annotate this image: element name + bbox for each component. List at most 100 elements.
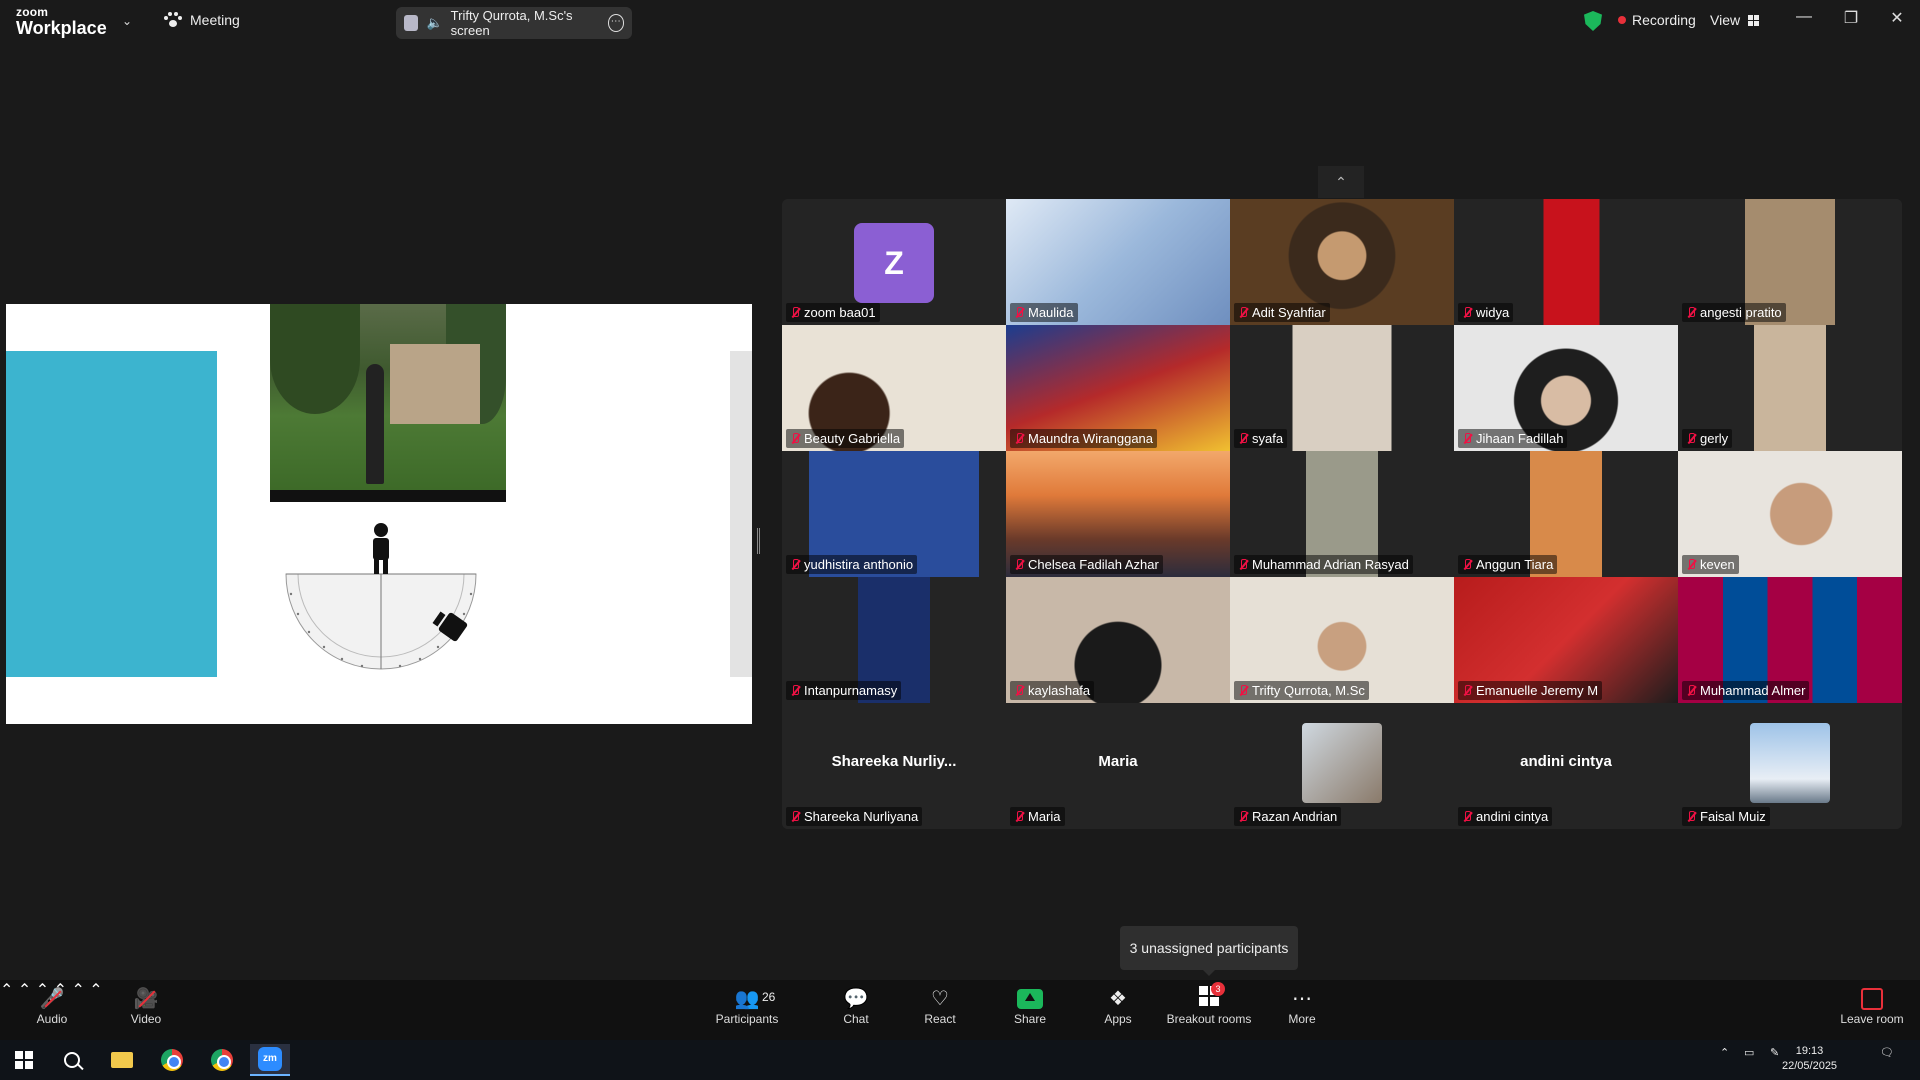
windows-taskbar: zm ⌃ ▭ ✎ 19:13 22/05/2025 🗨	[0, 1040, 1920, 1080]
react-button[interactable]: ♡ React	[920, 986, 960, 1026]
chevron-down-icon[interactable]: ⌄	[122, 14, 132, 28]
leave-icon	[1861, 988, 1883, 1010]
more-button[interactable]: ⋯ More	[1282, 986, 1322, 1026]
network-icon[interactable]: ▭	[1744, 1046, 1754, 1059]
participant-name: Maulida	[1028, 305, 1074, 320]
audio-button[interactable]: 🎤 Audio	[30, 986, 74, 1026]
notifications-icon[interactable]: 🗨	[1880, 1046, 1894, 1059]
participant-name-label: Beauty Gabriella	[786, 429, 905, 448]
participant-name: angesti pratito	[1700, 305, 1782, 320]
participant-name: Intanpurnamasy	[804, 683, 898, 698]
react-label: React	[924, 1012, 956, 1026]
participant-tile[interactable]: Maulida	[1006, 199, 1230, 325]
recording-indicator[interactable]: Recording	[1618, 12, 1696, 28]
muted-mic-icon: 🎤	[30, 986, 74, 1012]
start-button[interactable]	[4, 1044, 44, 1076]
muted-mic-icon	[790, 810, 800, 823]
protractor-diagram	[285, 523, 477, 670]
slide-teal-block	[6, 351, 217, 677]
muted-mic-icon	[1686, 810, 1696, 823]
minimize-icon[interactable]: —	[1789, 8, 1819, 26]
video-button[interactable]: 🎥 Video	[124, 986, 168, 1026]
muted-mic-icon	[1014, 558, 1024, 571]
participant-tile[interactable]: Muhammad Almer	[1678, 577, 1902, 703]
participant-tile[interactable]: yudhistira anthonio	[782, 451, 1006, 577]
participant-name-label: Adit Syahfiar	[1234, 303, 1330, 322]
participant-display-name: Shareeka Nurliy...	[831, 753, 957, 770]
participant-name: Jihaan Fadillah	[1476, 431, 1564, 446]
meeting-info-button[interactable]: Meeting	[164, 12, 240, 28]
screen-share-indicator[interactable]: 🔈 Trifty Qurrota, M.Sc's screen ⋯	[396, 7, 632, 39]
zoom-workplace-logo[interactable]: zoom Workplace	[16, 6, 107, 37]
participant-tile[interactable]: andini cintya andini cintya	[1454, 703, 1678, 829]
share-button[interactable]: Share	[1010, 986, 1050, 1026]
breakout-rooms-button[interactable]: 3 Breakout rooms	[1164, 982, 1254, 1026]
muted-mic-icon	[1238, 432, 1248, 445]
file-explorer-button[interactable]	[102, 1044, 142, 1076]
apps-button[interactable]: ❖ Apps	[1098, 986, 1138, 1026]
chrome-button[interactable]	[152, 1044, 192, 1076]
more-options-icon[interactable]: ⋯	[607, 14, 624, 32]
participant-tile[interactable]: Anggun Tiara	[1454, 451, 1678, 577]
participant-tile[interactable]: keven	[1678, 451, 1902, 577]
slide-right-panel	[730, 351, 752, 677]
participant-tile[interactable]: Razan Andrian	[1230, 703, 1454, 829]
windows-logo-icon	[15, 1051, 33, 1069]
participant-tile[interactable]: Jihaan Fadillah	[1454, 325, 1678, 451]
chat-button[interactable]: 💬 Chat	[836, 986, 876, 1026]
participant-tile[interactable]: Beauty Gabriella	[782, 325, 1006, 451]
muted-mic-icon	[1462, 558, 1472, 571]
participants-button[interactable]: 👥 26 Participants	[712, 986, 782, 1026]
participants-icon: 👥 26	[712, 986, 782, 1012]
participant-tile[interactable]: Emanuelle Jeremy M	[1454, 577, 1678, 703]
tray-overflow-icon[interactable]: ⌃	[1720, 1046, 1729, 1059]
participant-tile[interactable]: Shareeka Nurliy... Shareeka Nurliyana	[782, 703, 1006, 829]
participant-name: Anggun Tiara	[1476, 557, 1554, 572]
restore-icon[interactable]: ❐	[1836, 8, 1866, 28]
audio-options-caret-icon[interactable]: ⌃	[0, 982, 13, 999]
apps-options-caret-icon[interactable]: ⌃	[89, 982, 102, 999]
chat-icon: 💬	[843, 988, 869, 1010]
pen-icon[interactable]: ✎	[1770, 1046, 1779, 1059]
participant-tile[interactable]: syafa	[1230, 325, 1454, 451]
view-button[interactable]: View	[1710, 12, 1760, 28]
participant-name-label: Razan Andrian	[1234, 807, 1342, 826]
participant-tile[interactable]: angesti pratito	[1678, 199, 1902, 325]
participant-tile[interactable]: Trifty Qurrota, M.Sc	[1230, 577, 1454, 703]
participant-tile[interactable]: Chelsea Fadilah Azhar	[1006, 451, 1230, 577]
participant-tile[interactable]: widya	[1454, 199, 1678, 325]
participant-name: gerly	[1700, 431, 1729, 446]
chrome-profile-button[interactable]	[202, 1044, 242, 1076]
participant-name: widya	[1476, 305, 1510, 320]
participant-tile[interactable]: Maundra Wiranggana	[1006, 325, 1230, 451]
apps-label: Apps	[1104, 1012, 1132, 1026]
participant-tile[interactable]: Adit Syahfiar	[1230, 199, 1454, 325]
participant-tile[interactable]: Maria Maria	[1006, 703, 1230, 829]
participant-tile[interactable]: Zzoom baa01	[782, 199, 1006, 325]
participant-name-label: Shareeka Nurliyana	[786, 807, 923, 826]
security-shield-icon[interactable]	[1584, 11, 1602, 31]
participants-count: 26	[762, 990, 776, 1004]
breakout-rooms-icon: 3	[1199, 982, 1225, 1006]
participant-tile[interactable]: kaylashafa	[1006, 577, 1230, 703]
participant-tile[interactable]: Faisal Muiz	[1678, 703, 1902, 829]
participant-tile[interactable]: Intanpurnamasy	[782, 577, 1006, 703]
scroll-up-chevron-icon[interactable]: ⌃	[1318, 166, 1364, 198]
participant-tile[interactable]: Muhammad Adrian Rasyad	[1230, 451, 1454, 577]
participant-name-label: Muhammad Almer	[1682, 681, 1810, 700]
muted-mic-icon	[1686, 432, 1696, 445]
close-icon[interactable]: ✕	[1882, 8, 1912, 28]
search-button[interactable]	[52, 1044, 92, 1076]
participant-name-label: zoom baa01	[786, 303, 880, 322]
participant-name-label: Muhammad Adrian Rasyad	[1234, 555, 1413, 574]
video-label: Video	[130, 1012, 162, 1026]
participant-name-label: keven	[1682, 555, 1739, 574]
split-view-handle[interactable]	[757, 528, 760, 554]
participant-tile[interactable]: gerly	[1678, 325, 1902, 451]
leave-room-button[interactable]: Leave room	[1836, 986, 1908, 1026]
zoom-taskbar-button[interactable]: zm	[250, 1044, 290, 1076]
system-clock[interactable]: 19:13 22/05/2025	[1782, 1044, 1837, 1074]
participant-name-label: angesti pratito	[1682, 303, 1786, 322]
zoom-icon: zm	[258, 1047, 282, 1071]
share-label: Share	[1013, 1012, 1047, 1026]
